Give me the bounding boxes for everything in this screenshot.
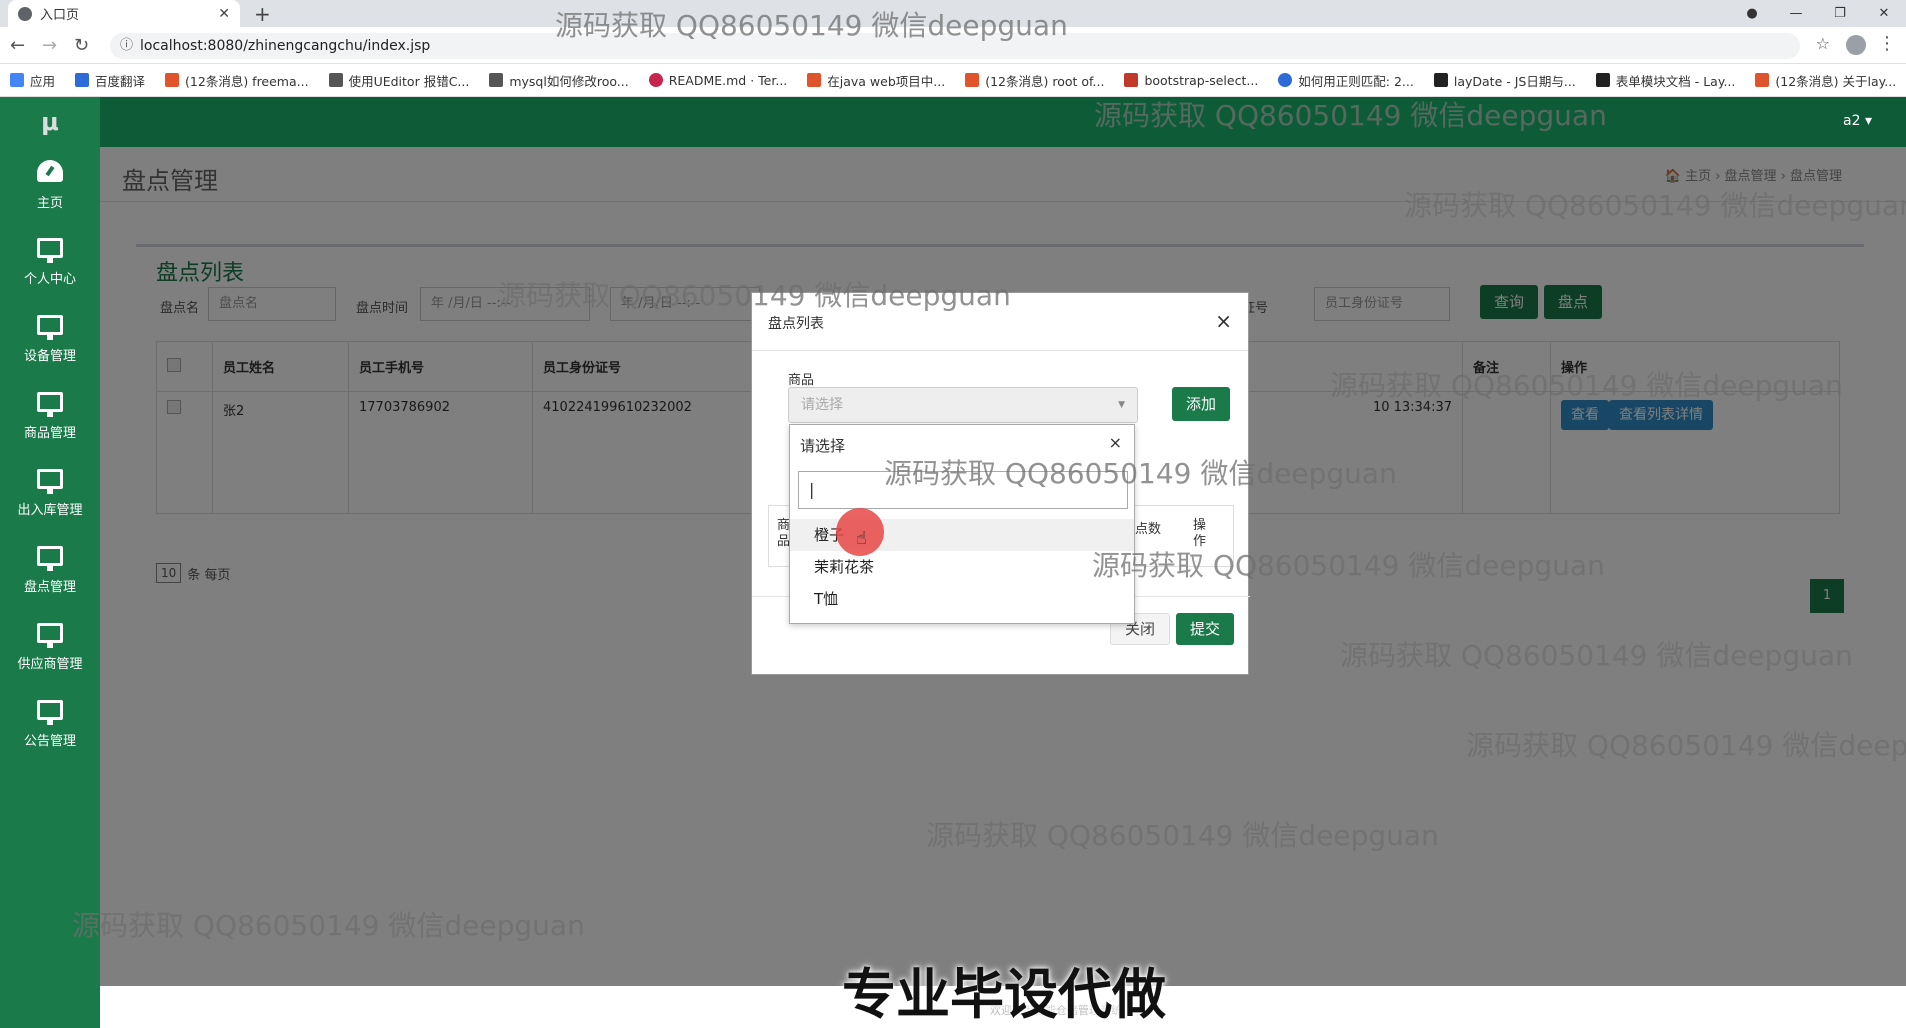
minimize-icon[interactable]: — — [1774, 6, 1818, 21]
sidebar-item-home[interactable]: 主页 — [0, 147, 100, 224]
forward-icon[interactable]: → — [42, 35, 57, 56]
sidebar-item-stocktake[interactable]: 盘点管理 — [0, 532, 100, 609]
new-tab-icon[interactable]: + — [254, 2, 271, 26]
sidebar-item-products[interactable]: 商品管理 — [0, 378, 100, 455]
dropdown-header: 请选择 — [800, 437, 846, 455]
csdn-icon — [1755, 73, 1770, 87]
csdn-icon — [807, 73, 822, 87]
sidebar-item-profile[interactable]: 个人中心 — [0, 224, 100, 301]
monitor-icon — [37, 392, 63, 417]
tab-title: 入口页 — [40, 8, 80, 23]
watermark: 源码获取 QQ86050149 微信deepguan — [1094, 99, 1607, 132]
watermark: 源码获取 QQ86050149 微信deepguan — [555, 9, 1068, 42]
star-icon[interactable]: ☆ — [1816, 34, 1830, 53]
bookmark-item[interactable]: 在java web项目中... — [807, 71, 945, 90]
close-window-icon[interactable]: ✕ — [1862, 6, 1906, 21]
watermark: 源码获取 QQ86050149 微信deepguan — [1340, 639, 1853, 672]
close-icon[interactable]: × — [1215, 309, 1232, 333]
bookmark-item[interactable]: (12条消息) 关于lay... — [1755, 71, 1896, 90]
watermark: 源码获取 QQ86050149 微信deepguan — [884, 457, 1397, 490]
sidebar-item-notices[interactable]: 公告管理 — [0, 686, 100, 763]
bookmark-item[interactable]: 应用 — [10, 71, 55, 90]
dropdown-option[interactable]: T恤 — [790, 583, 1134, 615]
sidebar-item-inout[interactable]: 出入库管理 — [0, 455, 100, 532]
product-select-value: 请选择 — [801, 397, 843, 413]
csdn-icon — [965, 73, 980, 87]
watermark: 源码获取 QQ86050149 微信deepguan — [1330, 369, 1843, 402]
bookmark-item[interactable]: (12条消息) freema... — [165, 71, 309, 90]
add-button[interactable]: 添加 — [1172, 387, 1231, 421]
modal-title: 盘点列表 — [768, 316, 824, 332]
monitor-icon — [37, 546, 63, 571]
menu-icon[interactable]: ⋮ — [1878, 33, 1896, 54]
bookmark-icon — [1124, 73, 1139, 87]
bookmark-item[interactable]: 百度翻译 — [75, 71, 145, 90]
product-select[interactable]: 请选择 ▼ — [788, 387, 1138, 423]
monitor-icon — [37, 623, 63, 648]
monitor-icon — [37, 315, 63, 340]
info-icon[interactable]: ⓘ — [120, 33, 133, 59]
bookmark-item[interactable]: 表单模块文档 - Lay... — [1595, 71, 1735, 90]
bookmark-item[interactable]: README.md · Ter... — [648, 73, 787, 88]
monitor-icon — [37, 469, 63, 494]
bookmark-item[interactable]: (12条消息) root of... — [965, 71, 1104, 90]
browser-tab[interactable]: 入口页 ✕ — [8, 0, 240, 27]
layui-icon — [1433, 73, 1448, 87]
window-controls: ● — ❐ ✕ — [1730, 0, 1906, 27]
bookmark-item[interactable]: 如何用正则匹配: 2... — [1278, 71, 1414, 90]
monitor-icon — [37, 238, 63, 263]
dashboard-icon — [37, 160, 63, 182]
submit-button[interactable]: 提交 — [1176, 613, 1235, 645]
product-label: 商品 — [788, 373, 815, 388]
bookmark-item[interactable]: bootstrap-select... — [1124, 73, 1258, 88]
baidu-icon — [1278, 73, 1293, 87]
hand-cursor-icon: ☝ — [856, 528, 867, 549]
sidebar-item-devices[interactable]: 设备管理 — [0, 301, 100, 378]
close-icon[interactable]: × — [1109, 433, 1122, 452]
close-tab-icon[interactable]: ✕ — [218, 6, 230, 22]
bookmark-icon — [489, 73, 504, 87]
column-header: 点数 — [1135, 522, 1162, 537]
topbar: a2 ▾ — [100, 97, 1906, 147]
apps-icon — [10, 73, 24, 87]
caret-down-icon: ▼ — [1118, 400, 1125, 410]
watermark: 源码获取 QQ86050149 微信deepguan — [1404, 189, 1906, 222]
watermark: 源码获取 QQ86050149 微信deepguan — [72, 909, 585, 942]
watermark: 源码获取 QQ86050149 微信deepguan — [1466, 729, 1906, 762]
profile-dropdown-icon[interactable]: ● — [1730, 6, 1774, 21]
dropdown-option[interactable]: 茉莉花茶 — [790, 551, 1134, 583]
restore-icon[interactable]: ❐ — [1818, 6, 1862, 21]
csdn-icon — [165, 73, 180, 87]
watermark: 源码获取 QQ86050149 微信deepguan — [1092, 549, 1605, 582]
bookmark-item[interactable]: 使用UEditor 报错C... — [328, 71, 469, 90]
account-icon[interactable] — [1846, 35, 1866, 55]
back-icon[interactable]: ← — [10, 35, 25, 56]
bookmark-item[interactable]: layDate - JS日期与... — [1433, 71, 1576, 90]
watermark: 源码获取 QQ86050149 微信deepguan — [498, 279, 1011, 312]
watermark: 源码获取 QQ86050149 微信deepguan — [926, 819, 1439, 852]
translate-icon — [75, 73, 90, 87]
bookmark-icon — [328, 73, 343, 87]
sidebar: μ 主页 个人中心 设备管理 商品管理 出入库管理 盘点管理 供应商管理 公告管… — [0, 97, 100, 1028]
url-text: localhost:8080/zhinengcangchu/index.jsp — [140, 38, 431, 54]
bookmark-item[interactable]: mysql如何修改roo... — [489, 71, 629, 90]
globe-icon — [18, 6, 32, 21]
sidebar-item-suppliers[interactable]: 供应商管理 — [0, 609, 100, 686]
caption-overlay: 专业毕设代做 — [842, 963, 1166, 1026]
layui-icon — [1595, 73, 1610, 87]
bookmarks-bar: 应用 百度翻译 (12条消息) freema... 使用UEditor 报错C.… — [0, 64, 1906, 97]
reload-icon[interactable]: ↻ — [74, 35, 89, 56]
gitee-icon — [648, 73, 663, 87]
logo[interactable]: μ — [0, 97, 100, 147]
user-menu[interactable]: a2 ▾ — [1843, 113, 1872, 129]
monitor-icon — [37, 700, 63, 725]
